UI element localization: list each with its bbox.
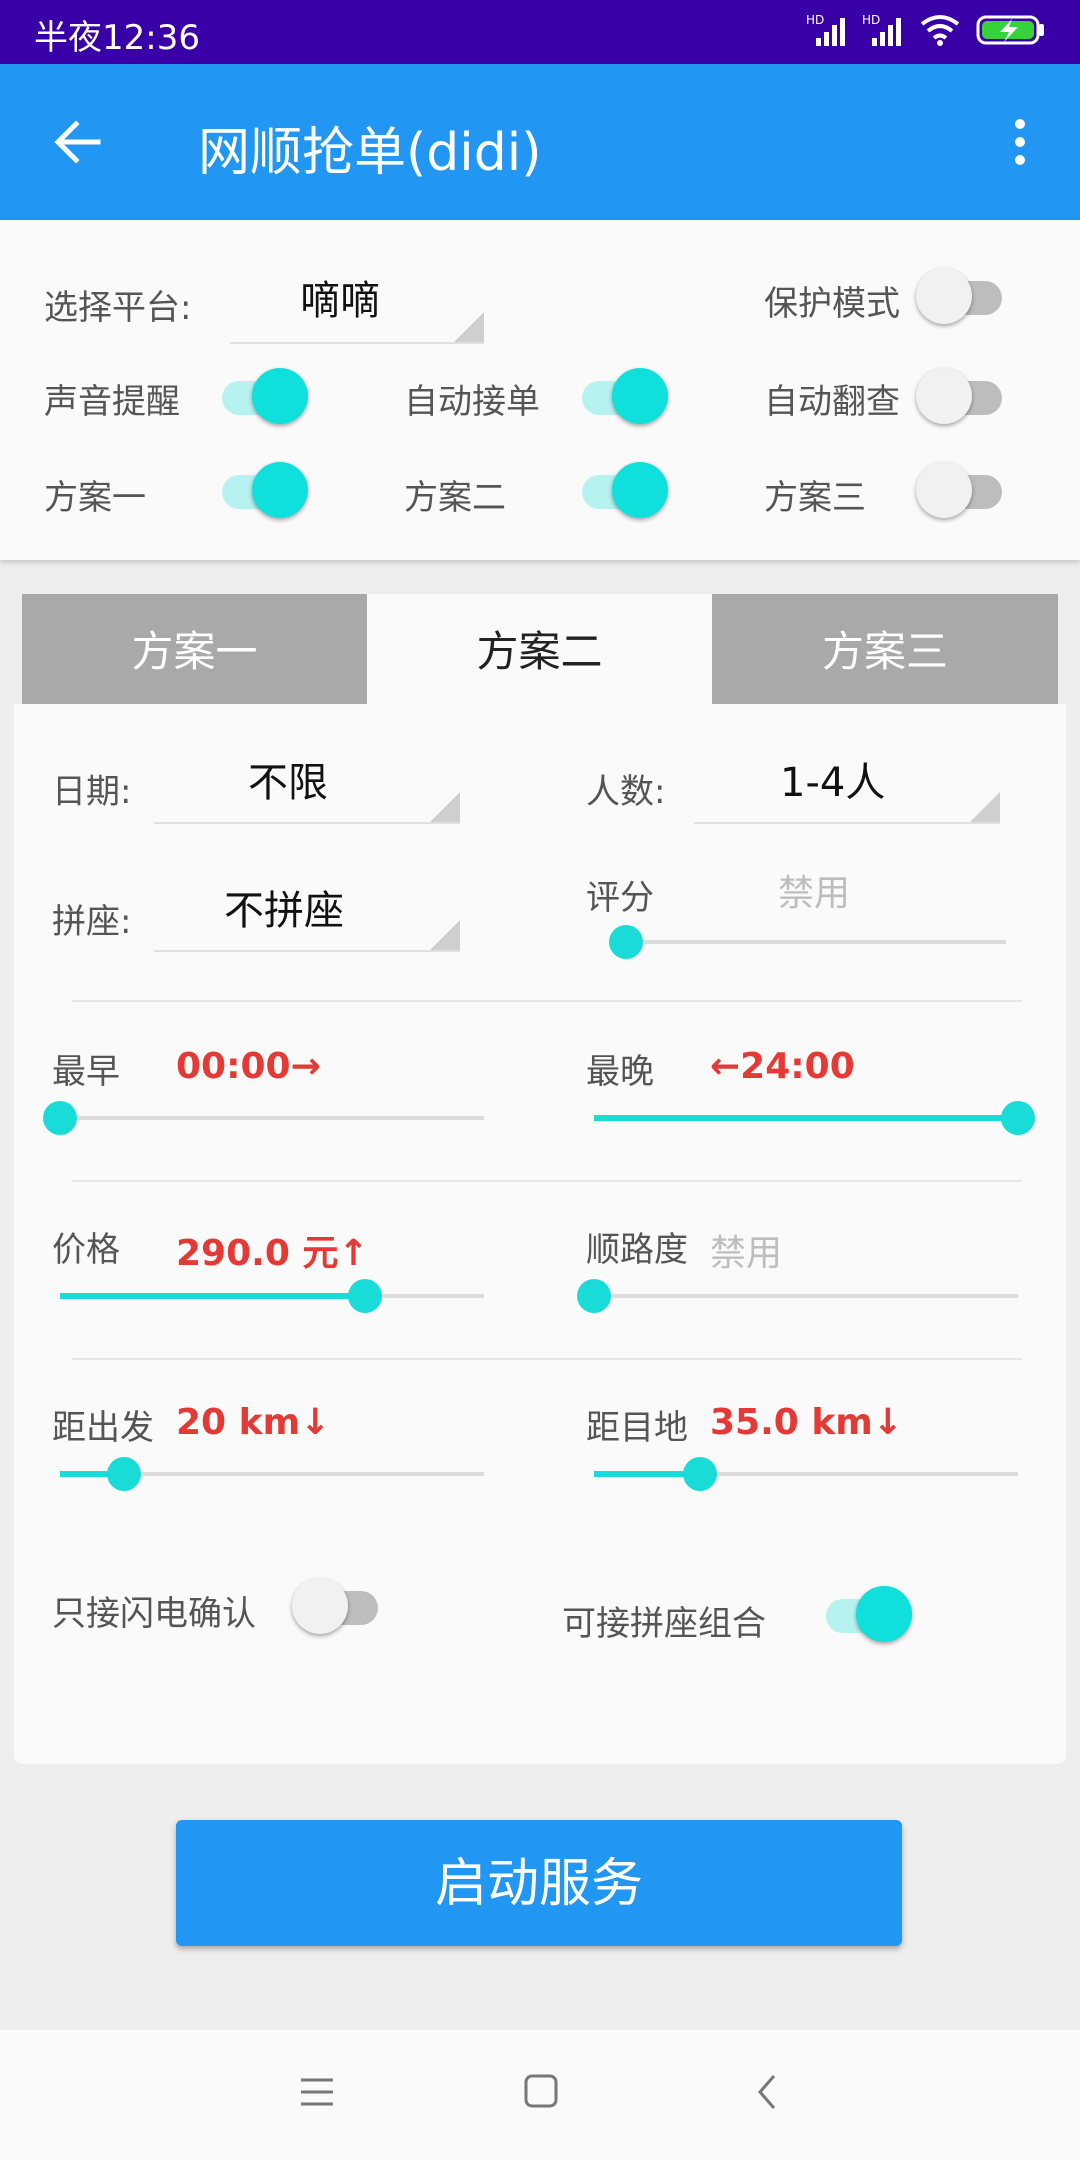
route-slider[interactable] — [577, 1278, 1018, 1314]
dist-dest-label: 距目地 — [586, 1408, 688, 1448]
spinner-arrow-icon — [454, 312, 484, 342]
back-arrow-icon[interactable] — [50, 114, 106, 170]
menu-icon[interactable] — [298, 2074, 336, 2110]
slider-thumb — [609, 925, 643, 959]
signal-hd-label-2: HD — [862, 13, 880, 27]
plan-tabs: 方案一 方案二 方案三 — [22, 594, 1058, 704]
carpool-combo-switch[interactable] — [822, 1584, 912, 1644]
spinner-arrow-icon — [430, 920, 460, 950]
dist-start-label: 距出发 — [52, 1408, 154, 1448]
status-icons: HD HD — [806, 12, 1046, 48]
people-value: 1-4人 — [780, 760, 886, 806]
sound-alert-label: 声音提醒 — [44, 382, 180, 422]
date-spinner[interactable]: 不限 — [154, 744, 460, 824]
plan2-label: 方案二 — [404, 478, 506, 518]
price-label: 价格 — [52, 1230, 120, 1270]
price-value: 290.0 元↑ — [176, 1233, 369, 1274]
spinner-underline — [154, 822, 460, 824]
plan2-switch[interactable] — [578, 460, 668, 520]
latest-value: ←24:00 — [710, 1046, 855, 1087]
signal-icon: HD — [806, 13, 845, 46]
start-service-button[interactable]: 启动服务 — [176, 1820, 902, 1946]
platform-spinner[interactable]: 嘀嘀 — [230, 260, 484, 344]
plan3-switch[interactable] — [916, 460, 1006, 520]
price-slider[interactable] — [60, 1278, 484, 1314]
auto-flip-switch[interactable] — [916, 366, 1006, 426]
divider — [72, 1358, 1022, 1360]
carpool-label: 拼座: — [52, 902, 132, 942]
people-spinner[interactable]: 1-4人 — [694, 744, 1000, 824]
wifi-icon — [920, 15, 960, 46]
route-label: 顺路度 — [586, 1230, 688, 1270]
status-bar: 半夜12:36 HD HD — [0, 0, 1080, 64]
spinner-arrow-icon — [430, 792, 460, 822]
plan1-label: 方案一 — [44, 478, 146, 518]
dist-start-value: 20 km↓ — [176, 1402, 331, 1443]
protect-mode-label: 保护模式 — [764, 284, 900, 324]
slider-thumb — [577, 1279, 611, 1313]
home-icon[interactable] — [522, 2072, 560, 2110]
divider — [72, 1000, 1022, 1002]
top-settings-card: 选择平台: 嘀嘀 保护模式 声音提醒 自动接单 自动翻查 方案一 方案二 方案三 — [0, 220, 1080, 560]
platform-value: 嘀嘀 — [300, 278, 380, 324]
slider-thumb — [1001, 1101, 1035, 1135]
spinner-underline — [154, 950, 460, 952]
page-title: 网顺抢单(didi) — [198, 123, 542, 183]
latest-label: 最晚 — [586, 1052, 654, 1092]
earliest-slider[interactable] — [43, 1100, 484, 1136]
earliest-label: 最早 — [52, 1052, 120, 1092]
divider — [72, 1180, 1022, 1182]
slider-thumb — [107, 1457, 141, 1491]
tab-plan3[interactable]: 方案三 — [712, 594, 1058, 704]
spinner-underline — [230, 342, 484, 344]
rating-value: 禁用 — [778, 873, 851, 914]
platform-label: 选择平台: — [44, 288, 192, 328]
signal-icon-2: HD — [862, 13, 901, 46]
flash-confirm-switch[interactable] — [292, 1576, 382, 1636]
signal-hd-label: HD — [806, 13, 824, 27]
plan1-switch[interactable] — [218, 460, 308, 520]
people-label: 人数: — [586, 772, 666, 812]
carpool-spinner[interactable]: 不拼座 — [154, 872, 460, 952]
back-nav-icon[interactable] — [752, 2072, 782, 2112]
spinner-arrow-icon — [970, 792, 1000, 822]
spinner-underline — [694, 822, 1000, 824]
dist-start-slider[interactable] — [60, 1456, 484, 1492]
rating-label: 评分 — [586, 878, 654, 918]
slider-thumb — [43, 1101, 77, 1135]
tab-plan2[interactable]: 方案二 — [367, 594, 712, 704]
carpool-combo-label: 可接拼座组合 — [562, 1604, 766, 1644]
slider-thumb — [683, 1457, 717, 1491]
auto-accept-label: 自动接单 — [404, 382, 540, 422]
plan3-label: 方案三 — [764, 478, 866, 518]
date-value: 不限 — [248, 760, 328, 806]
slider-thumb — [348, 1279, 382, 1313]
plan-form-card: 日期: 不限 人数: 1-4人 拼座: 不拼座 评分 禁用 最早 00:00→ … — [14, 704, 1066, 1764]
sound-alert-switch[interactable] — [218, 366, 308, 426]
carpool-value: 不拼座 — [224, 888, 344, 934]
tab-plan1[interactable]: 方案一 — [22, 594, 367, 704]
auto-flip-label: 自动翻查 — [764, 382, 900, 422]
rating-slider[interactable] — [609, 924, 1006, 960]
latest-slider[interactable] — [594, 1100, 1035, 1136]
date-label: 日期: — [52, 772, 132, 812]
dist-dest-value: 35.0 km↓ — [710, 1402, 903, 1443]
more-vert-icon[interactable] — [1000, 114, 1040, 170]
dist-dest-slider[interactable] — [594, 1456, 1018, 1492]
route-value: 禁用 — [710, 1233, 783, 1274]
app-bar: 网顺抢单(didi) — [0, 64, 1080, 220]
flash-confirm-label: 只接闪电确认 — [52, 1594, 256, 1634]
protect-mode-switch[interactable] — [916, 266, 1006, 326]
system-nav-bar — [0, 2030, 1080, 2160]
earliest-value: 00:00→ — [176, 1046, 321, 1087]
status-time: 半夜12:36 — [34, 18, 200, 58]
battery-charging-icon — [976, 15, 1044, 45]
auto-accept-switch[interactable] — [578, 366, 668, 426]
